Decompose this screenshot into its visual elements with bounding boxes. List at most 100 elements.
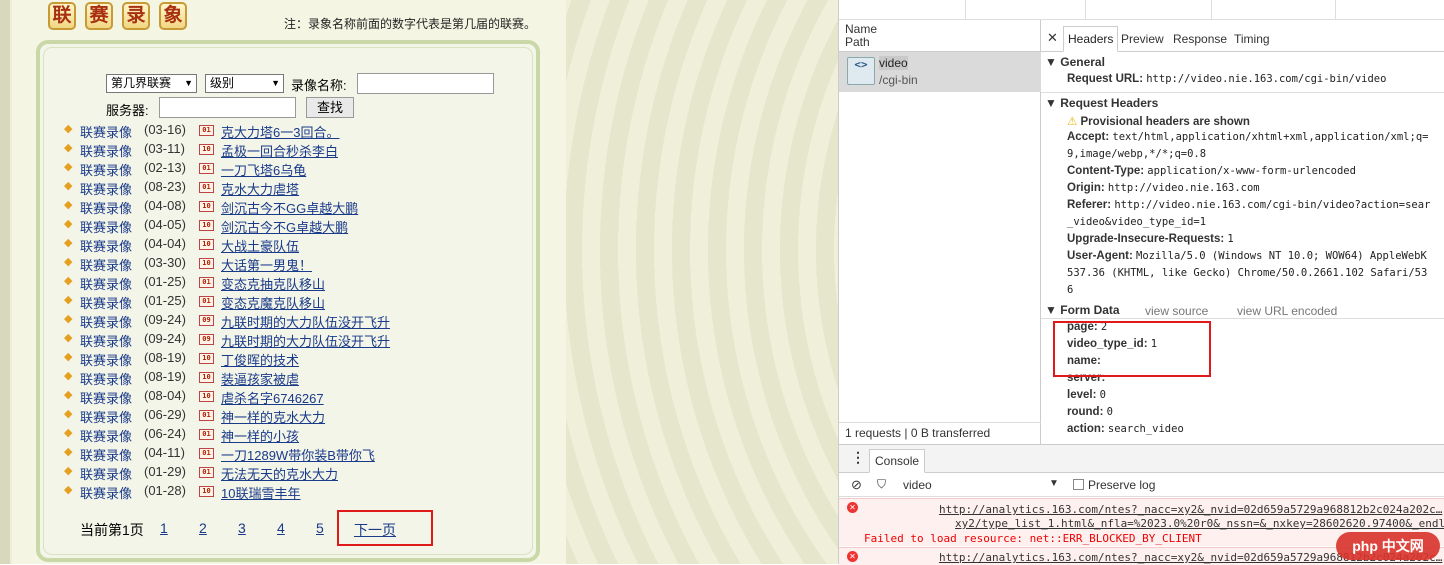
dropdown-arrow-icon[interactable]: ▼ — [1049, 478, 1059, 489]
record-date: (01-28) — [144, 483, 186, 498]
page-link-4[interactable]: 4 — [277, 520, 285, 536]
record-title-link[interactable]: 剑沉古今不G卓越大鹏 — [221, 217, 348, 236]
request-header-row: Accept: text/html,application/xhtml+xml,… — [1067, 131, 1429, 143]
record-title-link[interactable]: 克水大力虐塔 — [221, 179, 299, 198]
title-char-3: 录 — [122, 2, 150, 30]
page-link-2[interactable]: 2 — [199, 520, 207, 536]
record-category[interactable]: 联赛录像 — [80, 464, 132, 483]
record-category[interactable]: 联赛录像 — [80, 198, 132, 217]
record-category[interactable]: 联赛录像 — [80, 312, 132, 331]
record-category[interactable]: 联赛录像 — [80, 160, 132, 179]
bullet-icon: ◆ — [64, 218, 73, 230]
record-category[interactable]: 联赛录像 — [80, 217, 132, 236]
form-data-row: level: 0 — [1067, 389, 1106, 401]
record-date: (01-25) — [144, 293, 186, 308]
level-select[interactable]: 级别 ▼ — [205, 74, 284, 93]
close-icon[interactable]: ✕ — [1047, 30, 1058, 46]
record-title-link[interactable]: 九联时期的大力队伍没开飞升 — [221, 331, 390, 350]
record-date: (03-11) — [144, 141, 185, 156]
more-icon[interactable]: ⋮ — [851, 449, 865, 466]
record-title-link[interactable]: 神一样的小孩 — [221, 426, 299, 445]
record-title-link[interactable]: 变态克抽克队移山 — [221, 274, 325, 293]
bullet-icon: ◆ — [64, 161, 73, 173]
triangle-down-icon: ▼ — [1045, 55, 1057, 69]
season-badge: 10 — [199, 201, 214, 212]
view-url-encoded-link[interactable]: view URL encoded — [1237, 304, 1337, 318]
record-title-link[interactable]: 大战土豪队伍 — [221, 236, 299, 255]
record-title-link[interactable]: 一刀1289W带你装B带你飞 — [221, 445, 375, 464]
record-title-link[interactable]: 虐杀名字6746267 — [221, 388, 324, 407]
title-char-1: 联 — [48, 2, 76, 30]
record-title-link[interactable]: 孟极一回合秒杀李白 — [221, 141, 338, 160]
record-category[interactable]: 联赛录像 — [80, 179, 132, 198]
record-title-link[interactable]: 装逼孩家被虐 — [221, 369, 299, 388]
record-date: (08-19) — [144, 350, 186, 365]
record-category[interactable]: 联赛录像 — [80, 426, 132, 445]
note-text: 注：录象名称前面的数字代表是第几届的联赛。 — [284, 17, 537, 31]
request-header-row: _video&video_type_id=1 — [1067, 216, 1207, 228]
console-toolbar: ⋮ Console — [839, 445, 1444, 473]
filter-icon[interactable]: ⛉ — [877, 477, 886, 492]
name-column-header[interactable]: Name Path — [839, 20, 1041, 52]
record-category[interactable]: 联赛录像 — [80, 331, 132, 350]
error-url[interactable]: http://analytics.163.com/ntes?_nacc=xy2&… — [939, 503, 1442, 516]
bullet-icon: ◆ — [64, 389, 73, 401]
record-category[interactable]: 联赛录像 — [80, 483, 132, 502]
record-title-link[interactable]: 变态克魔克队移山 — [221, 293, 325, 312]
record-title-link[interactable]: 一刀飞塔6乌龟 — [221, 160, 306, 179]
name-input[interactable] — [357, 73, 494, 94]
tab-console[interactable]: Console — [869, 449, 926, 473]
tab-timing[interactable]: Timing — [1234, 32, 1270, 46]
request-header-row: 6 — [1067, 284, 1074, 296]
server-input[interactable] — [159, 97, 296, 118]
search-button[interactable]: 查找 — [306, 97, 354, 118]
tab-preview[interactable]: Preview — [1121, 32, 1164, 46]
path-header-label: Path — [845, 35, 870, 49]
record-category[interactable]: 联赛录像 — [80, 293, 132, 312]
general-section-header[interactable]: ▼ General — [1045, 55, 1105, 69]
page-link-1[interactable]: 1 — [160, 520, 168, 536]
error-icon: ✕ — [847, 502, 858, 513]
request-headers-section-header[interactable]: ▼ Request Headers — [1045, 96, 1158, 110]
request-header-row: 537.36 (KHTML, like Gecko) Chrome/50.0.2… — [1067, 267, 1428, 279]
record-category[interactable]: 联赛录像 — [80, 350, 132, 369]
triangle-down-icon: ▼ — [1045, 96, 1057, 110]
view-source-link[interactable]: view source — [1145, 304, 1208, 318]
record-category[interactable]: 联赛录像 — [80, 369, 132, 388]
record-title-link[interactable]: 神一样的克水大力 — [221, 407, 325, 426]
preserve-log-checkbox[interactable] — [1073, 479, 1084, 490]
bullet-icon: ◆ — [64, 351, 73, 363]
record-title-link[interactable]: 大话第一男鬼！ — [221, 255, 312, 274]
record-category[interactable]: 联赛录像 — [80, 274, 132, 293]
record-title-link[interactable]: 克大力塔6一3回合。 — [221, 122, 339, 141]
request-row-video[interactable]: <> video /cgi-bin — [839, 52, 1041, 92]
record-category[interactable]: 联赛录像 — [80, 388, 132, 407]
record-date: (03-16) — [144, 122, 186, 137]
record-category[interactable]: 联赛录像 — [80, 141, 132, 160]
season-badge: 01 — [199, 410, 214, 421]
record-category[interactable]: 联赛录像 — [80, 122, 132, 141]
clear-icon[interactable]: ⊘ — [851, 477, 862, 493]
record-title-link[interactable]: 10联瑞雪丰年 — [221, 483, 300, 502]
page-background-pattern — [566, 0, 838, 564]
season-select[interactable]: 第几界联赛 ▼ — [106, 74, 197, 93]
page-link-5[interactable]: 5 — [316, 520, 324, 536]
record-category[interactable]: 联赛录像 — [80, 445, 132, 464]
season-badge: 10 — [199, 220, 214, 231]
record-category[interactable]: 联赛录像 — [80, 236, 132, 255]
dropdown-arrow-icon: ▼ — [271, 78, 280, 88]
record-category[interactable]: 联赛录像 — [80, 407, 132, 426]
form-data-section-header[interactable]: ▼ Form Data — [1045, 303, 1120, 317]
record-title-link[interactable]: 九联时期的大力队伍没开飞升 — [221, 312, 390, 331]
record-category[interactable]: 联赛录像 — [80, 255, 132, 274]
record-title-link[interactable]: 无法无天的克水大力 — [221, 464, 338, 483]
tab-headers[interactable]: Headers — [1063, 26, 1119, 52]
filter-input[interactable]: video — [903, 478, 932, 492]
request-url-row: Request URL: http://video.nie.163.com/cg… — [1067, 73, 1387, 85]
name-header-label: Name — [845, 22, 878, 36]
record-title-link[interactable]: 剑沉古今不GG卓越大鹏 — [221, 198, 358, 217]
record-title-link[interactable]: 丁俊晖的技术 — [221, 350, 299, 369]
tab-response[interactable]: Response — [1173, 32, 1227, 46]
error-url-continued[interactable]: xy2/type_list_1.html&_nfla=%2023.0%20r0&… — [955, 517, 1444, 530]
page-link-3[interactable]: 3 — [238, 520, 246, 536]
